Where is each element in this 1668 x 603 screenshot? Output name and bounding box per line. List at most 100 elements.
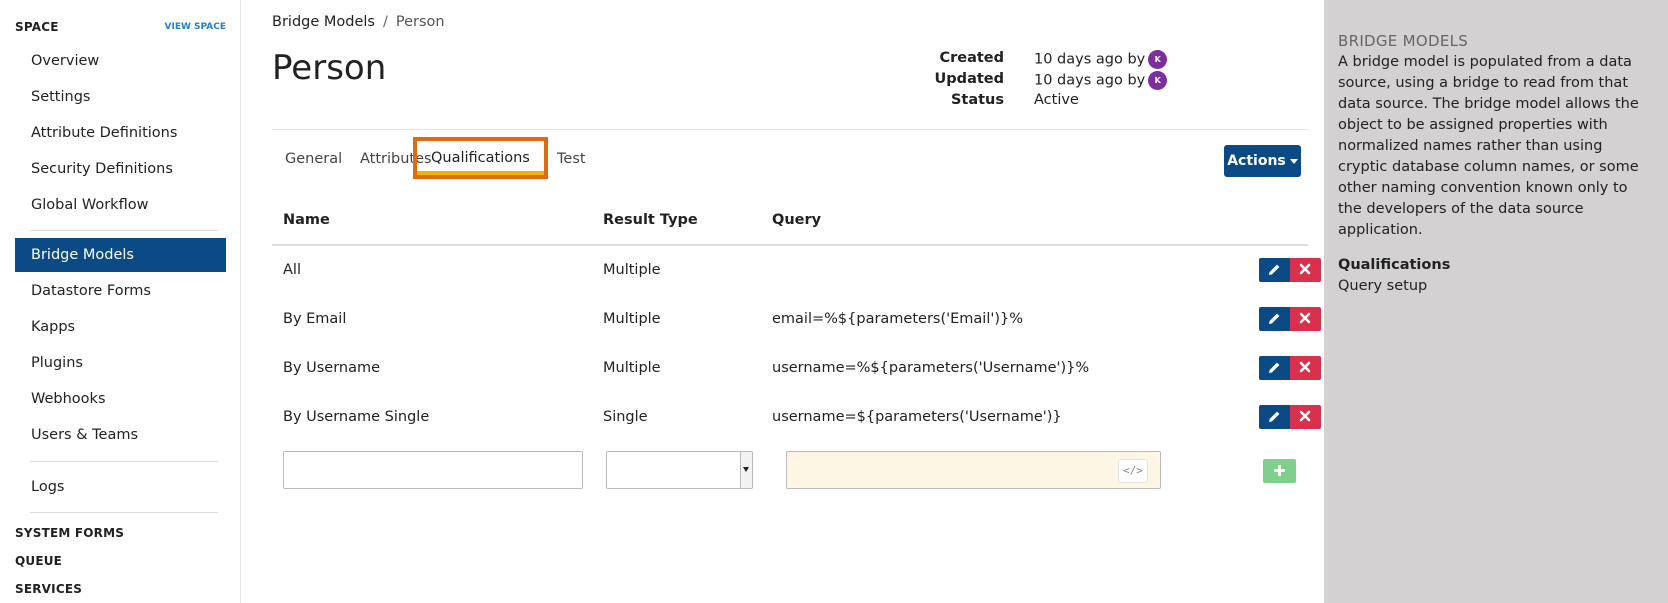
caret-down-icon bbox=[1289, 158, 1298, 164]
close-icon bbox=[1299, 361, 1311, 373]
help-title: BRIDGE MODELS bbox=[1338, 32, 1469, 50]
avatar[interactable]: K bbox=[1148, 50, 1168, 69]
row-result-type: Multiple bbox=[603, 262, 661, 278]
edit-button[interactable] bbox=[1259, 405, 1290, 429]
row-query: email=%${parameters('Email')}% bbox=[772, 311, 1023, 327]
pencil-icon bbox=[1269, 411, 1280, 422]
page-title: Person bbox=[272, 48, 387, 88]
new-qualification-row: </> bbox=[272, 451, 1308, 491]
updated-value: 10 days ago by K bbox=[1034, 71, 1168, 90]
row-result-type: Single bbox=[603, 409, 648, 425]
updated-label: Updated bbox=[934, 71, 1004, 87]
meta-created: Created 10 days ago by K bbox=[841, 50, 1168, 71]
status-value: Active bbox=[1034, 92, 1079, 108]
sidebar-item-webhooks[interactable]: Webhooks bbox=[15, 382, 226, 416]
table-row: By Username Multiple username=%${parameter… bbox=[272, 344, 1321, 393]
column-header-result-type: Result Type bbox=[603, 212, 698, 228]
sidebar-item-datastore-forms[interactable]: Datastore Forms bbox=[15, 274, 226, 308]
row-actions bbox=[1259, 307, 1321, 331]
edit-button[interactable] bbox=[1259, 356, 1290, 380]
row-actions bbox=[1259, 356, 1321, 380]
table-row: By Email Multiple email=%${parameters('Ema… bbox=[272, 295, 1321, 344]
sidebar-item-attribute-definitions[interactable]: Attribute Definitions bbox=[15, 116, 226, 150]
row-query: username=%${parameters('Username')}% bbox=[772, 360, 1090, 376]
plus-icon bbox=[1274, 465, 1285, 476]
sidebar-item-plugins[interactable]: Plugins bbox=[15, 346, 226, 380]
row-name: By Username bbox=[283, 360, 381, 376]
sidebar-section-services[interactable]: SERVICES bbox=[15, 582, 82, 596]
sidebar-item-logs[interactable]: Logs bbox=[15, 470, 226, 504]
help-description: A bridge model is populated from a data … bbox=[1338, 54, 1639, 238]
header-divider bbox=[272, 129, 1308, 130]
delete-button[interactable] bbox=[1290, 307, 1321, 331]
new-name-input[interactable] bbox=[283, 451, 583, 489]
row-result-type: Multiple bbox=[603, 311, 661, 327]
add-qualification-button[interactable] bbox=[1263, 459, 1296, 483]
row-actions bbox=[1259, 258, 1321, 282]
avatar[interactable]: K bbox=[1148, 71, 1168, 90]
meta-updated: Updated 10 days ago by K bbox=[841, 71, 1168, 92]
help-subtext: Query setup bbox=[1338, 278, 1428, 294]
sidebar-item-users-teams[interactable]: Users & Teams bbox=[15, 418, 226, 452]
row-actions bbox=[1259, 405, 1321, 429]
sidebar-item-kapps[interactable]: Kapps bbox=[15, 310, 226, 344]
code-icon[interactable]: </> bbox=[1118, 459, 1148, 483]
sidebar-divider bbox=[30, 230, 218, 231]
sidebar-divider bbox=[30, 461, 218, 462]
tab-test[interactable]: Test bbox=[557, 140, 586, 182]
breadcrumb-separator: / bbox=[382, 14, 388, 30]
actions-label: Actions bbox=[1227, 153, 1286, 169]
close-icon bbox=[1299, 410, 1311, 422]
row-query: username=${parameters('Username')} bbox=[772, 409, 1062, 425]
sidebar-item-settings[interactable]: Settings bbox=[15, 80, 226, 114]
pencil-icon bbox=[1269, 313, 1280, 324]
new-query-input[interactable]: </> bbox=[786, 451, 1161, 489]
meta-status: Status Active bbox=[841, 92, 1141, 113]
column-header-query: Query bbox=[772, 212, 822, 228]
sidebar-item-security-definitions[interactable]: Security Definitions bbox=[15, 152, 226, 186]
status-label: Status bbox=[950, 92, 1004, 108]
row-result-type: Multiple bbox=[603, 360, 661, 376]
sidebar-section-queue[interactable]: QUEUE bbox=[15, 554, 62, 568]
tab-general[interactable]: General bbox=[285, 140, 342, 182]
select-arrow bbox=[740, 452, 752, 488]
sidebar-divider bbox=[30, 512, 218, 513]
updated-text: 10 days ago by bbox=[1034, 72, 1146, 89]
edit-button[interactable] bbox=[1259, 258, 1290, 282]
delete-button[interactable] bbox=[1290, 405, 1321, 429]
new-result-type-select[interactable] bbox=[606, 451, 753, 489]
sidebar-item-overview[interactable]: Overview bbox=[15, 44, 226, 78]
delete-button[interactable] bbox=[1290, 356, 1321, 380]
sidebar-item-global-workflow[interactable]: Global Workflow bbox=[15, 188, 226, 222]
created-text: 10 days ago by bbox=[1034, 51, 1146, 68]
pencil-icon bbox=[1269, 264, 1280, 275]
actions-dropdown-button[interactable]: Actions bbox=[1224, 145, 1301, 177]
created-label: Created bbox=[939, 50, 1004, 66]
sidebar-section-system-forms[interactable]: SYSTEM FORMS bbox=[15, 526, 124, 540]
sidebar-item-bridge-models[interactable]: Bridge Models bbox=[15, 238, 226, 272]
help-panel: BRIDGE MODELS A bridge model is populate… bbox=[1324, 0, 1668, 603]
space-label: SPACE bbox=[15, 20, 59, 34]
close-icon bbox=[1299, 263, 1311, 275]
main-content: Bridge Models / Person Person Created 10 d… bbox=[241, 0, 1324, 603]
breadcrumb: Bridge Models / Person bbox=[272, 14, 445, 30]
pencil-icon bbox=[1269, 362, 1280, 373]
row-name: By Email bbox=[283, 311, 347, 327]
sidebar: SPACE VIEW SPACE Overview Settings Attri… bbox=[0, 0, 241, 603]
meta-info: Created 10 days ago by K Updated 10 days … bbox=[841, 50, 1168, 113]
column-header-name: Name bbox=[283, 212, 330, 228]
sidebar-header: SPACE VIEW SPACE bbox=[15, 20, 226, 38]
delete-button[interactable] bbox=[1290, 258, 1321, 282]
close-icon bbox=[1299, 312, 1311, 324]
table-row: All Multiple bbox=[272, 246, 1321, 295]
chevron-down-icon bbox=[743, 467, 749, 472]
row-name: All bbox=[283, 262, 301, 278]
created-value: 10 days ago by K bbox=[1034, 50, 1168, 69]
breadcrumb-parent-link[interactable]: Bridge Models bbox=[272, 14, 375, 30]
table-row: By Username Single Single username=${param… bbox=[272, 393, 1321, 442]
edit-button[interactable] bbox=[1259, 307, 1290, 331]
tab-qualifications[interactable]: Qualifications bbox=[413, 137, 548, 179]
row-name: By Username Single bbox=[283, 409, 430, 425]
view-space-link[interactable]: VIEW SPACE bbox=[165, 22, 227, 32]
breadcrumb-current: Person bbox=[395, 14, 445, 30]
